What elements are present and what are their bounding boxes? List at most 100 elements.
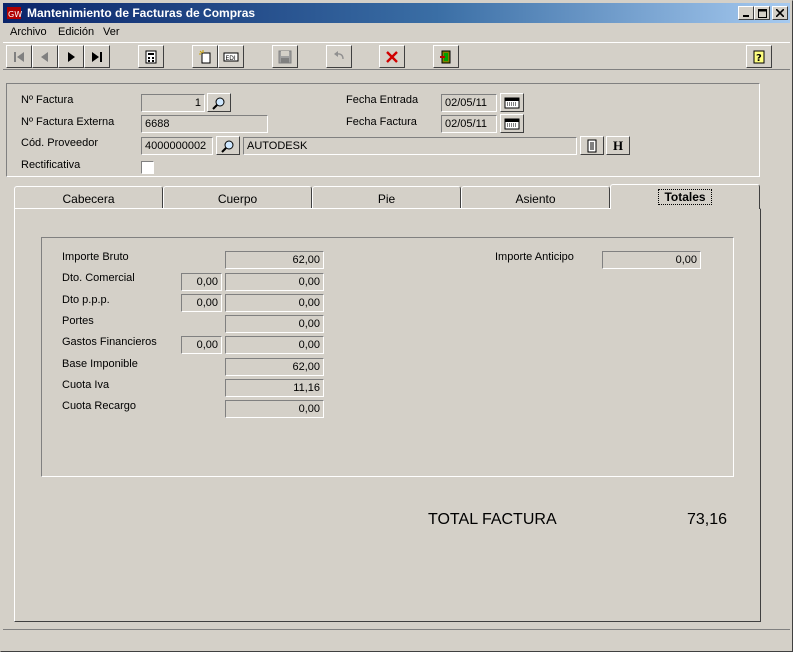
search-proveedor-button[interactable]	[216, 136, 240, 155]
first-record-icon	[14, 51, 24, 62]
nro-factura-label: Nº Factura	[21, 94, 74, 106]
maximize-icon	[757, 8, 767, 18]
cuota-iva-field[interactable]: 11,16	[225, 379, 324, 397]
tab-strip: Cabecera Cuerpo Pie Asiento Totales	[14, 184, 761, 209]
fecha-factura-label: Fecha Factura	[346, 116, 417, 128]
cuota-iva-label: Cuota Iva	[62, 379, 110, 391]
edit-icon: EDI	[223, 52, 239, 62]
menu-edicion[interactable]: Edición	[58, 26, 94, 38]
cuota-recargo-label: Cuota Recargo	[62, 400, 136, 412]
search-icon	[212, 97, 225, 110]
new-button[interactable]	[192, 45, 218, 68]
calendar-icon	[504, 118, 520, 129]
portes-field[interactable]: 0,00	[225, 315, 324, 333]
total-factura-label: TOTAL FACTURA	[428, 511, 557, 528]
cod-proveedor-label: Cód. Proveedor	[21, 137, 99, 149]
menu-bar: Archivo Edición Ver	[3, 24, 790, 42]
tab-cuerpo[interactable]: Cuerpo	[163, 186, 312, 208]
fecha-entrada-calendar-button[interactable]	[500, 93, 524, 112]
calendar-icon	[504, 97, 520, 108]
svg-text:?: ?	[756, 53, 762, 64]
total-factura-value: 73,16	[686, 511, 727, 528]
tab-asiento[interactable]: Asiento	[461, 186, 610, 208]
undo-icon	[334, 50, 344, 59]
undo-button[interactable]	[326, 45, 352, 68]
nro-factura-field[interactable]: 1	[141, 94, 205, 112]
maximize-button[interactable]	[754, 6, 770, 20]
fecha-factura-field[interactable]: 02/05/11	[441, 115, 497, 133]
first-record-button[interactable]	[6, 45, 32, 68]
svg-text:EDI: EDI	[226, 55, 236, 62]
toolbar: EDI ?	[3, 42, 790, 70]
proveedor-ficha-button[interactable]	[580, 136, 604, 155]
dto-ppp-label: Dto p.p.p.	[62, 294, 110, 306]
invoice-header-panel: Nº Factura 1 Nº Factura Externa 6688 Cód…	[6, 83, 760, 177]
delete-icon	[386, 50, 398, 63]
fecha-factura-calendar-button[interactable]	[500, 114, 524, 133]
close-button[interactable]	[772, 6, 788, 20]
rectificativa-label: Rectificativa	[21, 159, 81, 171]
save-icon	[278, 50, 292, 63]
fecha-entrada-label: Fecha Entrada	[346, 94, 419, 106]
search-factura-button[interactable]	[207, 93, 231, 112]
minimize-button[interactable]	[738, 6, 754, 20]
calculator-button[interactable]	[138, 45, 164, 68]
search-icon	[221, 140, 234, 153]
dto-comercial-label: Dto. Comercial	[62, 272, 135, 284]
proveedor-nombre-field[interactable]: AUTODESK	[243, 137, 577, 155]
importe-anticipo-label: Importe Anticipo	[495, 251, 574, 263]
nro-factura-externa-label: Nº Factura Externa	[21, 116, 115, 128]
exit-icon	[440, 50, 451, 63]
close-icon	[776, 9, 784, 17]
previous-record-button[interactable]	[32, 45, 58, 68]
next-record-button[interactable]	[58, 45, 84, 68]
window-title: Mantenimiento de Facturas de Compras	[27, 6, 256, 20]
dto-comercial-field[interactable]: 0,00	[225, 273, 324, 291]
rectificativa-checkbox[interactable]	[141, 161, 154, 174]
main-window: GW Mantenimiento de Facturas de Compras …	[0, 0, 793, 652]
dto-comercial-pct-field[interactable]: 0,00	[181, 273, 222, 291]
minimize-icon	[743, 15, 749, 17]
gastos-financieros-field[interactable]: 0,00	[225, 336, 324, 354]
svg-text:GW: GW	[8, 10, 22, 19]
totals-group: Importe Bruto 62,00 Dto. Comercial 0,00 …	[41, 237, 734, 477]
last-record-icon	[92, 51, 102, 62]
previous-record-icon	[41, 51, 48, 62]
dto-ppp-field[interactable]: 0,00	[225, 294, 324, 312]
delete-button[interactable]	[379, 45, 405, 68]
help-icon: ?	[753, 50, 765, 64]
last-record-button[interactable]	[84, 45, 110, 68]
portes-label: Portes	[62, 315, 94, 327]
status-bar	[3, 629, 790, 649]
document-icon	[587, 139, 597, 152]
tab-totales[interactable]: Totales	[610, 184, 760, 209]
tab-totales-label: Totales	[658, 189, 712, 205]
calculator-icon	[145, 50, 157, 63]
dto-ppp-pct-field[interactable]: 0,00	[181, 294, 222, 312]
exit-button[interactable]	[433, 45, 459, 68]
menu-ver[interactable]: Ver	[103, 26, 120, 38]
gastos-financieros-label: Gastos Financieros	[62, 336, 157, 348]
save-button[interactable]	[272, 45, 298, 68]
tab-cabecera[interactable]: Cabecera	[14, 186, 163, 208]
importe-bruto-label: Importe Bruto	[62, 251, 129, 263]
h-button[interactable]: H	[606, 136, 630, 155]
importe-bruto-field[interactable]: 62,00	[225, 251, 324, 269]
nro-factura-externa-field[interactable]: 6688	[141, 115, 268, 133]
help-button[interactable]: ?	[746, 45, 772, 68]
next-record-icon	[68, 51, 75, 62]
base-imponible-field[interactable]: 62,00	[225, 358, 324, 376]
base-imponible-label: Base Imponible	[62, 358, 138, 370]
importe-anticipo-field[interactable]: 0,00	[602, 251, 701, 269]
fecha-entrada-field[interactable]: 02/05/11	[441, 94, 497, 112]
gastos-financieros-pct-field[interactable]: 0,00	[181, 336, 222, 354]
tab-pie[interactable]: Pie	[312, 186, 461, 208]
cod-proveedor-field[interactable]: 4000000002	[141, 137, 213, 155]
totales-tab-panel: Importe Bruto 62,00 Dto. Comercial 0,00 …	[14, 208, 761, 622]
app-icon: GW	[6, 5, 22, 21]
new-document-icon	[199, 49, 211, 63]
cuota-recargo-field[interactable]: 0,00	[225, 400, 324, 418]
title-bar[interactable]: GW Mantenimiento de Facturas de Compras	[3, 3, 790, 23]
menu-archivo[interactable]: Archivo	[10, 26, 47, 38]
edit-button[interactable]: EDI	[218, 45, 244, 68]
